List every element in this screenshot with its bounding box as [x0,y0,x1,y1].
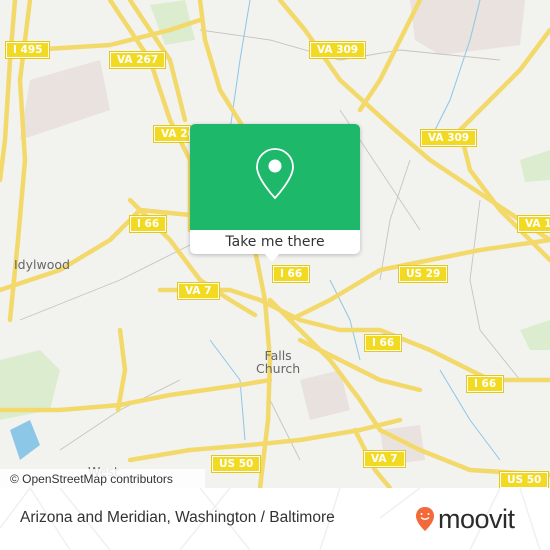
road-shield-us29: US 29 [397,265,449,283]
road [197,0,248,133]
road-shield-i66: I 66 [363,334,403,352]
footer: Arizona and Meridian, Washington / Balti… [0,488,550,550]
road-shield-i66: I 66 [465,375,505,393]
map-pin-icon [256,148,294,200]
moovit-logo[interactable]: moovit [415,504,515,534]
road-shield-va26: VA 26 [153,125,191,143]
road-shield-va309: VA 309 [308,41,367,59]
urban-area [20,60,110,140]
map[interactable]: I 495 VA 267 VA 309 VA 309 VA 26 I 66 VA… [0,0,550,488]
park-area [520,150,550,182]
popup-pointer [264,253,280,262]
road-shield-us50: US 50 [498,471,550,488]
road [115,327,128,413]
lake [10,420,40,460]
place-label-idylwood: Idylwood [14,257,70,272]
road-shield-va7: VA 7 [363,450,406,468]
moovit-wordmark: moovit [438,504,515,534]
road-shield-va309: VA 309 [419,129,478,147]
road-shield-us50: US 50 [210,455,262,473]
road-shield-va12: VA 12 [517,215,550,233]
road-shield-va7: VA 7 [177,282,220,300]
map-attribution[interactable]: © OpenStreetMap contributors [0,469,205,488]
popup-card: Take me there [190,124,360,254]
road-shield-i66: I 66 [128,215,168,233]
popup-header [190,124,360,230]
road-shield-va267: VA 267 [108,51,167,69]
moovit-pin-icon [416,507,434,531]
road-shield-i495: I 495 [4,41,51,59]
road-i495 [0,0,18,183]
location-popup: Take me there [190,124,360,262]
road-shield-i66: I 66 [271,265,311,283]
park-area [520,320,550,350]
take-me-there-button[interactable]: Take me there [190,230,360,254]
place-label-falls-church: Falls Church [256,348,301,376]
location-title: Arizona and Meridian, Washington / Balti… [20,509,335,526]
